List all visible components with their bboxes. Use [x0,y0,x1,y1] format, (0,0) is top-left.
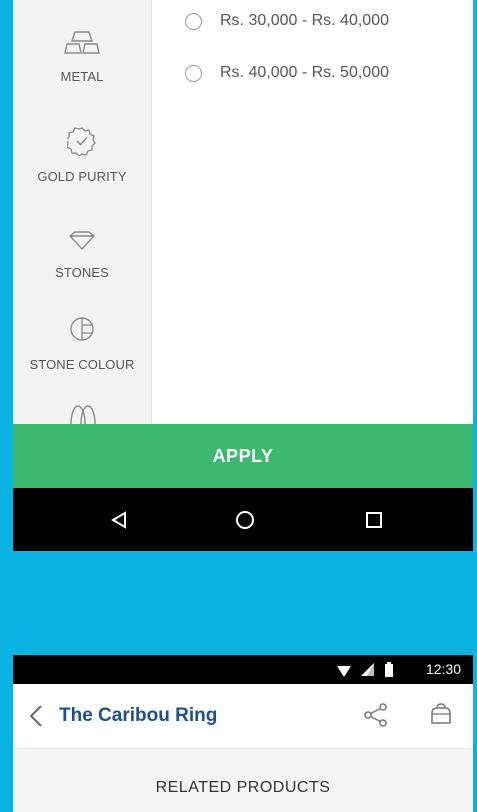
sidebar-item-label: STONE COLOUR [29,357,135,372]
metal-bars-icon [13,30,151,59]
page-title: The Caribou Ring [59,705,218,726]
shopping-bag-icon[interactable] [429,703,453,732]
sidebar-item-gender[interactable] [13,400,151,424]
section-title: RELATED PRODUCTS [155,779,331,796]
sidebar-item-stone-colour[interactable]: STONE COLOUR [13,314,151,372]
radio-button[interactable] [185,64,202,82]
battery-icon [385,662,393,682]
android-nav-bar [13,488,473,551]
price-option[interactable]: Rs. 40,000 - Rs. 50,000 [185,61,465,85]
status-bar: 12:30 [13,655,473,684]
radio-button[interactable] [185,12,202,30]
purity-badge-icon [13,126,151,159]
signal-icon [361,663,374,681]
price-option[interactable]: Rs. 30,000 - Rs. 40,000 [185,9,465,33]
product-screen: 12:30 The Caribou Ring RELATED PRODUCTS [13,655,473,812]
sidebar-item-label: STONES [55,265,109,280]
filter-screen: METAL GOLD PURITY STONES STONE COLOUR Rs… [13,0,473,551]
color-wheel-icon [13,314,151,347]
filter-sidebar: METAL GOLD PURITY STONES STONE COLOUR [13,0,152,424]
wifi-icon [337,664,351,682]
sidebar-item-label: METAL [60,69,104,84]
share-icon[interactable] [363,702,389,733]
price-option-label: Rs. 30,000 - Rs. 40,000 [220,12,389,29]
square-recents-icon[interactable] [358,504,390,536]
sidebar-item-metal[interactable]: METAL [13,30,151,84]
status-time: 12:30 [425,661,461,677]
sidebar-item-stones[interactable]: STONES [13,230,151,280]
sidebar-item-gold-purity[interactable]: GOLD PURITY [13,126,151,184]
circle-home-icon[interactable] [229,504,261,536]
diamond-icon [13,230,151,255]
triangle-back-icon[interactable] [103,504,135,536]
price-option-label: Rs. 40,000 - Rs. 50,000 [220,64,389,81]
sidebar-item-label: GOLD PURITY [37,169,127,184]
back-arrow-icon[interactable] [29,704,43,733]
app-bar: The Caribou Ring [13,684,473,749]
apply-button[interactable]: APPLY [13,424,473,488]
gender-icon [13,400,151,424]
